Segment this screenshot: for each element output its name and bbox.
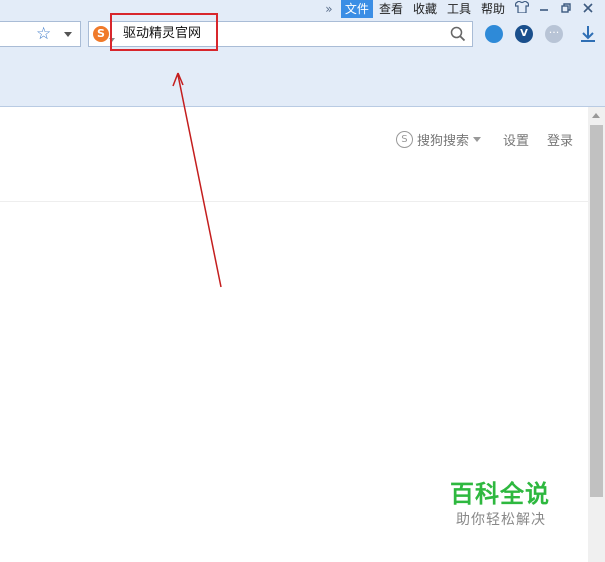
search-icon[interactable] [450, 26, 466, 42]
scroll-up-icon[interactable] [592, 113, 600, 118]
menu-view[interactable]: 查看 [375, 0, 407, 18]
chevron-down-icon[interactable] [64, 32, 72, 37]
bird-icon[interactable] [485, 25, 503, 43]
chevron-down-icon [472, 137, 481, 142]
settings-link[interactable]: 设置 [503, 130, 529, 149]
divider [0, 201, 588, 202]
minimize-icon[interactable] [533, 2, 555, 17]
skin-icon[interactable] [511, 0, 533, 17]
annotation-highlight-box [110, 13, 218, 51]
watermark: 百科全说 助你轻松解决 [450, 479, 580, 529]
v-shield-icon[interactable]: V [515, 25, 533, 43]
browser-chrome: » 文件 查看 收藏 工具 帮助 ☆ S 驱动精灵官网 V ··· [0, 0, 605, 107]
download-icon[interactable] [578, 24, 598, 44]
menu-help[interactable]: 帮助 [477, 0, 509, 18]
close-icon[interactable] [577, 2, 599, 17]
page-top-links: S 搜狗搜索 设置 登录 [395, 130, 573, 149]
menu-favorites[interactable]: 收藏 [409, 0, 441, 18]
menu-tools[interactable]: 工具 [443, 0, 475, 18]
sogou-logo-icon[interactable]: S [93, 26, 109, 42]
menu-file[interactable]: 文件 [340, 0, 373, 18]
search-engine-switch[interactable]: S 搜狗搜索 [395, 130, 481, 149]
menubar: » 文件 查看 收藏 工具 帮助 [321, 0, 605, 18]
search-engine-label: 搜狗搜索 [416, 134, 469, 149]
watermark-subtitle: 助你轻松解决 [456, 512, 546, 528]
more-dots-icon[interactable]: ··· [545, 25, 563, 43]
more-menu-button[interactable]: » [321, 2, 337, 16]
favorites-box: ☆ [0, 21, 81, 47]
scroll-thumb[interactable] [590, 125, 603, 497]
sogou-small-icon: S [395, 131, 413, 148]
star-icon[interactable]: ☆ [36, 24, 51, 44]
login-link[interactable]: 登录 [547, 130, 573, 149]
watermark-title: 百科全说 [450, 480, 550, 508]
vertical-scrollbar[interactable] [588, 107, 605, 562]
restore-icon[interactable] [555, 2, 577, 17]
